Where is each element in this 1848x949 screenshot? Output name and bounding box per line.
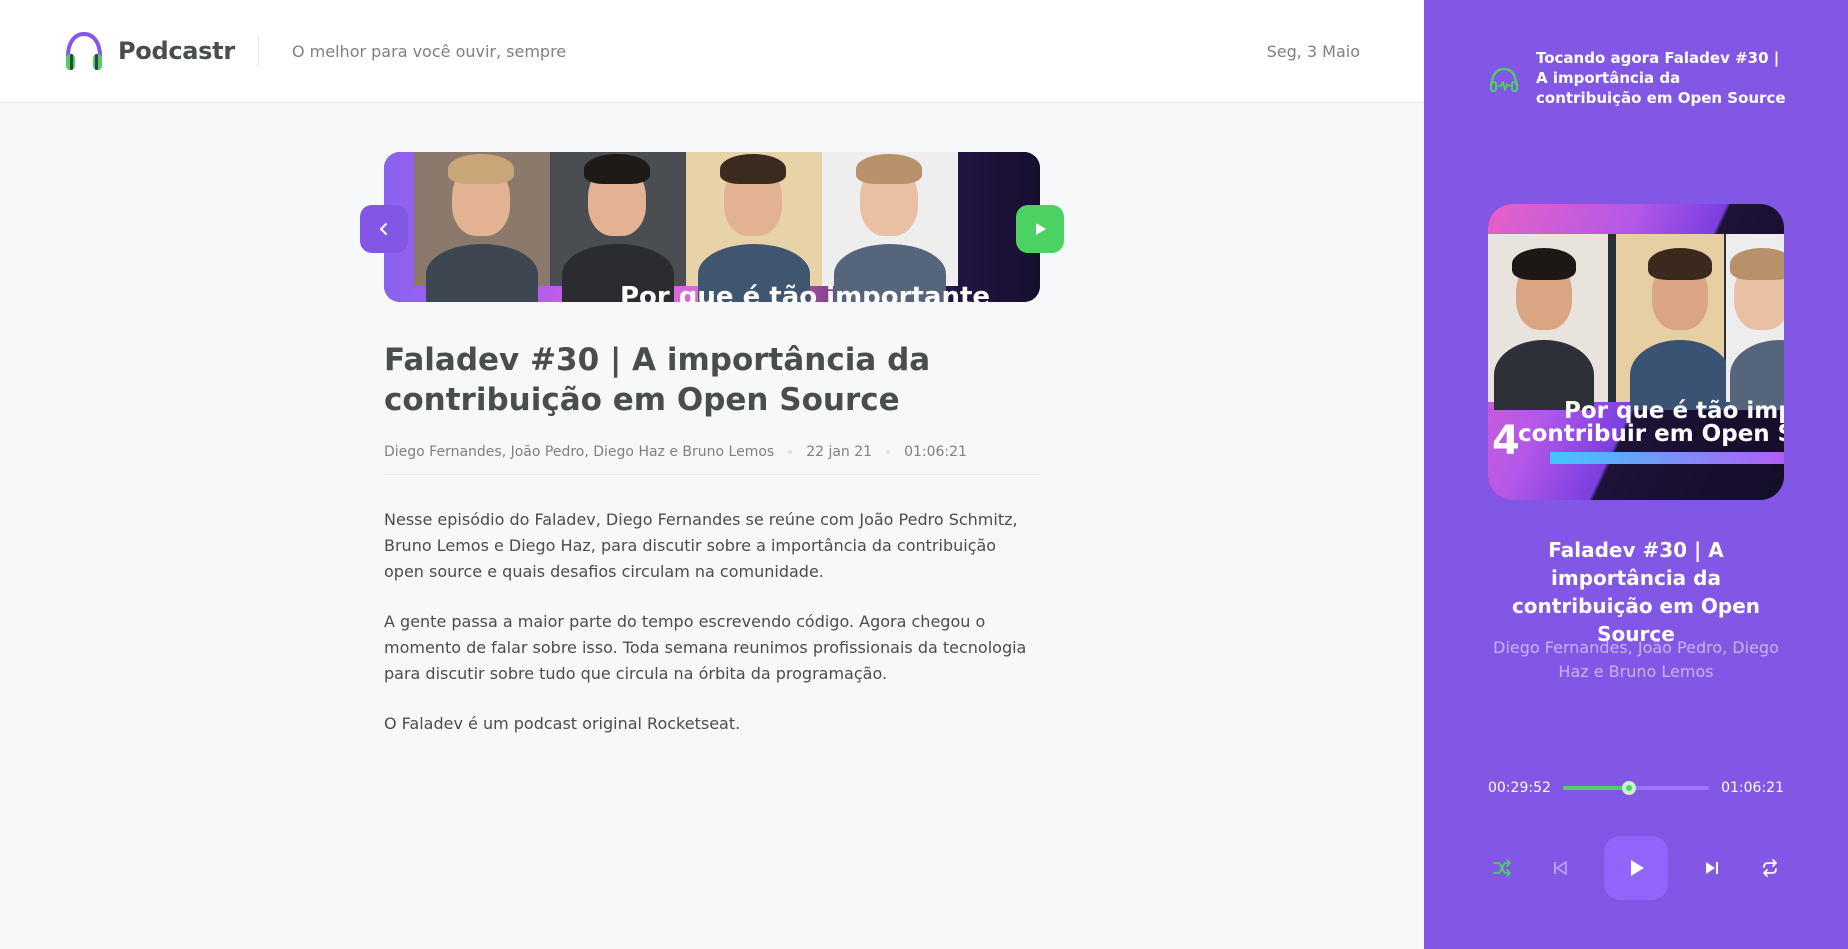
play-pause-button[interactable] — [1604, 836, 1668, 900]
episode-thumbnail-wrapper: Por que é tão importante — [360, 152, 1064, 302]
description-paragraph: Nesse episódio do Faladev, Diego Fernand… — [384, 510, 1018, 581]
skip-previous-icon — [1554, 861, 1567, 875]
player-episode-title: Faladev #30 | A importância da contribui… — [1511, 538, 1761, 646]
now-playing-header: Tocando agora Faladev #30 | A importânci… — [1488, 48, 1788, 108]
skip-next-icon — [1706, 862, 1718, 874]
progress-slider[interactable] — [1562, 781, 1710, 795]
guest-photo — [550, 152, 686, 302]
cover-number: 4 — [1492, 418, 1520, 464]
header-divider — [258, 36, 259, 66]
back-button[interactable] — [360, 205, 408, 253]
chevron-left-icon — [380, 223, 387, 235]
total-time: 01:06:21 — [1721, 780, 1784, 796]
guest-photo — [1616, 234, 1730, 410]
app-name: Podcastr — [118, 37, 235, 65]
guest-photo — [414, 152, 550, 302]
repeat-button[interactable] — [1756, 854, 1784, 882]
progress-handle[interactable] — [1621, 781, 1636, 795]
description-paragraph: A gente passa a maior parte do tempo esc… — [384, 612, 1027, 683]
episode-title: Faladev #30 | A importância da contribui… — [384, 342, 931, 418]
episode-cover: 4 Por que é tão imp contribuir em Open S — [1488, 204, 1784, 500]
tagline: O melhor para você ouvir, sempre — [292, 42, 567, 61]
guest-photo — [1488, 234, 1608, 410]
cover-caption: contribuir em Open S — [1518, 421, 1784, 447]
play-icon — [1036, 223, 1046, 235]
current-time: 00:29:52 — [1488, 780, 1551, 796]
guest-photo — [1726, 234, 1784, 410]
episode-meta: Diego Fernandes, João Pedro, Diego Haz e… — [384, 444, 1040, 475]
previous-button[interactable] — [1546, 854, 1574, 882]
separator-dot — [788, 450, 793, 454]
progress-fill — [1562, 786, 1629, 790]
episode-date: 22 jan 21 — [806, 444, 873, 460]
thumbnail-caption: Por que é tão importante — [620, 282, 991, 302]
playing-headphones-icon — [1490, 67, 1518, 92]
repeat-icon — [1763, 859, 1777, 877]
player-episode-members: Diego Fernandes, João Pedro, Diego Haz e… — [1493, 638, 1779, 681]
play-icon — [1631, 860, 1644, 876]
episode-thumbnail: Por que é tão importante — [384, 152, 1040, 302]
app-header: Podcastr O melhor para você ouvir, sempr… — [0, 0, 1424, 103]
now-playing-label: Tocando agora Faladev #30 | A importânci… — [1536, 49, 1786, 107]
episode-description: Nesse episódio do Faladev, Diego Fernand… — [384, 507, 1040, 737]
headphones-icon — [66, 31, 102, 70]
logo[interactable]: Podcastr — [64, 30, 235, 72]
player-panel: Tocando agora Faladev #30 | A importânci… — [1424, 0, 1848, 949]
progress-bar: 00:29:52 01:06:21 — [1488, 780, 1784, 796]
shuffle-icon — [1493, 859, 1511, 877]
player-controls — [1488, 836, 1784, 900]
episode-duration: 01:06:21 — [904, 444, 967, 460]
episode-members: Diego Fernandes, João Pedro, Diego Haz e… — [384, 444, 775, 460]
episode-details: Por que é tão importante Faladev #30 | A… — [360, 152, 1064, 761]
separator-dot — [886, 450, 891, 454]
current-date: Seg, 3 Maio — [1266, 42, 1360, 61]
cover-accent-bar — [1550, 452, 1784, 464]
description-paragraph: O Faladev é um podcast original Rocketse… — [384, 714, 741, 733]
next-button[interactable] — [1698, 854, 1726, 882]
cover-photos — [1488, 234, 1784, 410]
guest-photo — [686, 152, 822, 302]
shuffle-button[interactable] — [1488, 854, 1516, 882]
guest-photo — [822, 152, 958, 302]
main-content: Podcastr O melhor para você ouvir, sempr… — [0, 0, 1424, 949]
play-episode-button[interactable] — [1016, 205, 1064, 253]
